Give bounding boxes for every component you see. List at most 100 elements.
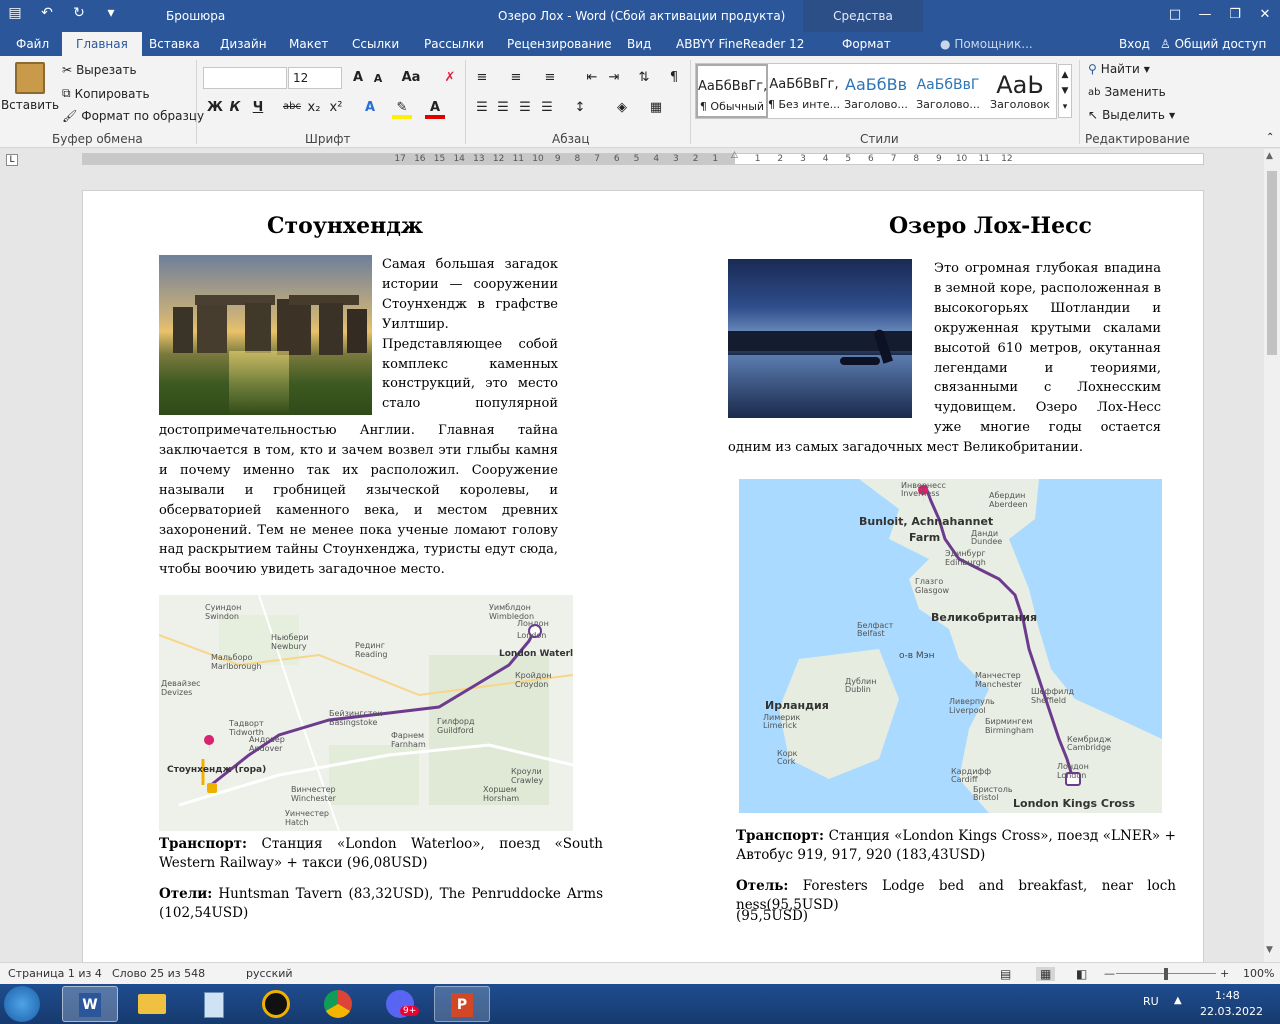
borders-icon[interactable]: ▦ <box>646 100 666 115</box>
justify-icon[interactable]: ☰ <box>537 100 557 115</box>
stonehenge-photo[interactable] <box>159 255 372 415</box>
bullets-icon[interactable]: ≡ <box>472 70 492 85</box>
stonehenge-paragraph[interactable]: Самая большая загадок истории — сооружен… <box>159 255 558 575</box>
font-color-icon[interactable]: A <box>425 100 445 119</box>
document-page[interactable]: Стоунхендж Самая большая загадок истории… <box>82 190 1204 970</box>
copy-button[interactable]: ⧉ Копировать <box>62 86 150 101</box>
format-painter-button[interactable]: 🖌 Формат по образцу <box>62 109 204 123</box>
redo-icon[interactable]: ↻ <box>70 4 88 22</box>
share-button[interactable]: ♙ Общий доступ <box>1160 32 1266 56</box>
restore-icon[interactable]: ❐ <box>1220 0 1250 32</box>
tab-view[interactable]: Вид <box>627 32 651 56</box>
strikethrough-button[interactable]: abc <box>280 101 304 112</box>
tab-insert[interactable]: Вставка <box>149 32 200 56</box>
scroll-down-icon[interactable]: ▼ <box>1266 945 1273 955</box>
tab-selector[interactable]: L <box>6 154 18 166</box>
clock-time[interactable]: 1:48 <box>1215 989 1240 1002</box>
stonehenge-route-map[interactable]: Лондон London London Waterloo Стоунхендж… <box>159 595 573 831</box>
grow-font-icon[interactable]: A <box>348 70 368 85</box>
find-button[interactable]: ⚲ Найти ▼ <box>1088 62 1150 76</box>
text-effects-icon[interactable]: A <box>360 100 380 115</box>
chrome-taskbar-icon[interactable] <box>310 986 366 1022</box>
style-normal[interactable]: АаБбВвГг, ¶ Обычный <box>696 64 768 118</box>
right-hotels-extra[interactable]: (95,5USD) <box>736 907 1176 926</box>
app-taskbar-icon[interactable] <box>248 986 304 1022</box>
input-language[interactable]: RU <box>1143 995 1159 1008</box>
calculator-taskbar-icon[interactable] <box>186 986 242 1022</box>
font-size-combo[interactable]: 12 <box>288 67 342 89</box>
page-count[interactable]: Страница 1 из 4 <box>8 967 102 980</box>
zoom-out-icon[interactable]: — <box>1104 967 1115 980</box>
word-count[interactable]: Слово 25 из 548 <box>112 967 205 980</box>
customize-qat-icon[interactable]: ▾ <box>102 4 120 22</box>
clock-date[interactable]: 22.03.2022 <box>1200 1005 1263 1018</box>
sign-in-link[interactable]: Вход <box>1119 32 1150 56</box>
ribbon-display-icon[interactable]: □ <box>1160 0 1190 32</box>
change-case-button[interactable]: Aa <box>398 70 424 85</box>
shading-icon[interactable]: ◈ <box>612 100 632 115</box>
tab-mailings[interactable]: Рассылки <box>424 32 484 56</box>
zoom-in-icon[interactable]: + <box>1220 967 1229 980</box>
scroll-thumb[interactable] <box>1267 171 1277 355</box>
multilevel-list-icon[interactable]: ≡ <box>540 70 560 85</box>
read-mode-icon[interactable]: ▤ <box>1000 967 1011 981</box>
collapse-ribbon-icon[interactable]: ⌃ <box>1266 132 1274 143</box>
underline-button[interactable]: Ч <box>248 100 268 115</box>
increase-indent-icon[interactable]: ⇥ <box>604 70 624 85</box>
language[interactable]: русский <box>246 967 293 980</box>
tab-design[interactable]: Дизайн <box>220 32 267 56</box>
tab-layout[interactable]: Макет <box>289 32 328 56</box>
zoom-level[interactable]: 100% <box>1243 967 1274 980</box>
style-heading-1[interactable]: АаБбВв Заголово... <box>840 64 912 118</box>
loch-ness-photo[interactable] <box>728 259 912 418</box>
highlight-icon[interactable]: ✎ <box>392 100 412 119</box>
align-center-icon[interactable]: ☰ <box>493 100 513 115</box>
sort-icon[interactable]: ⇅ <box>634 70 654 85</box>
indent-marker[interactable]: △ <box>731 150 738 160</box>
tab-abbyy[interactable]: ABBYY FineReader 12 <box>676 32 804 56</box>
tab-file[interactable]: Файл <box>16 32 49 56</box>
discord-taskbar-icon[interactable]: 9+ <box>372 986 428 1022</box>
styles-scroll[interactable]: ▲ ▼ ▾ <box>1058 64 1072 118</box>
style-heading-2[interactable]: АаБбВвГ Заголово... <box>912 64 984 118</box>
clear-formatting-icon[interactable]: ✗ <box>440 70 460 85</box>
right-transport[interactable]: Транспорт: Станция «London Kings Cross»,… <box>736 827 1176 865</box>
subscript-button[interactable]: x₂ <box>304 100 324 115</box>
web-layout-icon[interactable]: ◧ <box>1076 967 1087 981</box>
undo-icon[interactable]: ↶ <box>38 4 56 22</box>
tab-references[interactable]: Ссылки <box>352 32 399 56</box>
scroll-up-icon[interactable]: ▲ <box>1266 151 1273 161</box>
start-button[interactable] <box>4 986 40 1022</box>
align-left-icon[interactable]: ☰ <box>472 100 492 115</box>
print-layout-icon[interactable]: ▦ <box>1036 967 1056 981</box>
tab-review[interactable]: Рецензирование <box>507 32 612 56</box>
decrease-indent-icon[interactable]: ⇤ <box>582 70 602 85</box>
minimize-icon[interactable]: — <box>1190 0 1220 32</box>
style-no-spacing[interactable]: АаБбВвГг, ¶ Без инте... <box>768 64 840 118</box>
bold-button[interactable]: Ж <box>205 100 225 115</box>
paste-button[interactable]: Вставить <box>1 62 59 112</box>
numbering-icon[interactable]: ≡ <box>506 70 526 85</box>
cut-button[interactable]: ✂ Вырезать <box>62 63 137 77</box>
loch-ness-route-map[interactable]: Инвернесс Inverness Bunloit, Achnahannet… <box>739 479 1162 813</box>
explorer-taskbar-icon[interactable] <box>124 986 180 1022</box>
style-title[interactable]: АаЬ Заголовок <box>984 64 1056 118</box>
loch-ness-paragraph[interactable]: Это огромная глубокая впадина в земной к… <box>728 259 1161 471</box>
align-right-icon[interactable]: ☰ <box>515 100 535 115</box>
vertical-scrollbar[interactable]: ▲ ▼ <box>1264 149 1280 962</box>
close-icon[interactable]: ✕ <box>1250 0 1280 32</box>
powerpoint-taskbar-icon[interactable]: P <box>434 986 490 1022</box>
tab-format[interactable]: Формат <box>842 32 891 56</box>
tab-home[interactable]: Главная <box>62 32 142 56</box>
tray-arrow-icon[interactable]: ▲ <box>1174 995 1182 1006</box>
line-spacing-icon[interactable]: ↕ <box>570 100 590 115</box>
zoom-slider-thumb[interactable] <box>1164 968 1168 980</box>
tell-me-search[interactable]: ● Помощник... <box>940 32 1033 56</box>
shrink-font-icon[interactable]: A <box>368 72 388 85</box>
select-button[interactable]: ↖ Выделить ▼ <box>1088 108 1175 122</box>
word-taskbar-icon[interactable]: W <box>62 986 118 1022</box>
superscript-button[interactable]: x² <box>326 100 346 115</box>
italic-button[interactable]: К <box>225 100 245 115</box>
left-transport[interactable]: Транспорт: Станция «London Waterloo», по… <box>159 835 603 873</box>
show-formatting-icon[interactable]: ¶ <box>664 70 684 85</box>
